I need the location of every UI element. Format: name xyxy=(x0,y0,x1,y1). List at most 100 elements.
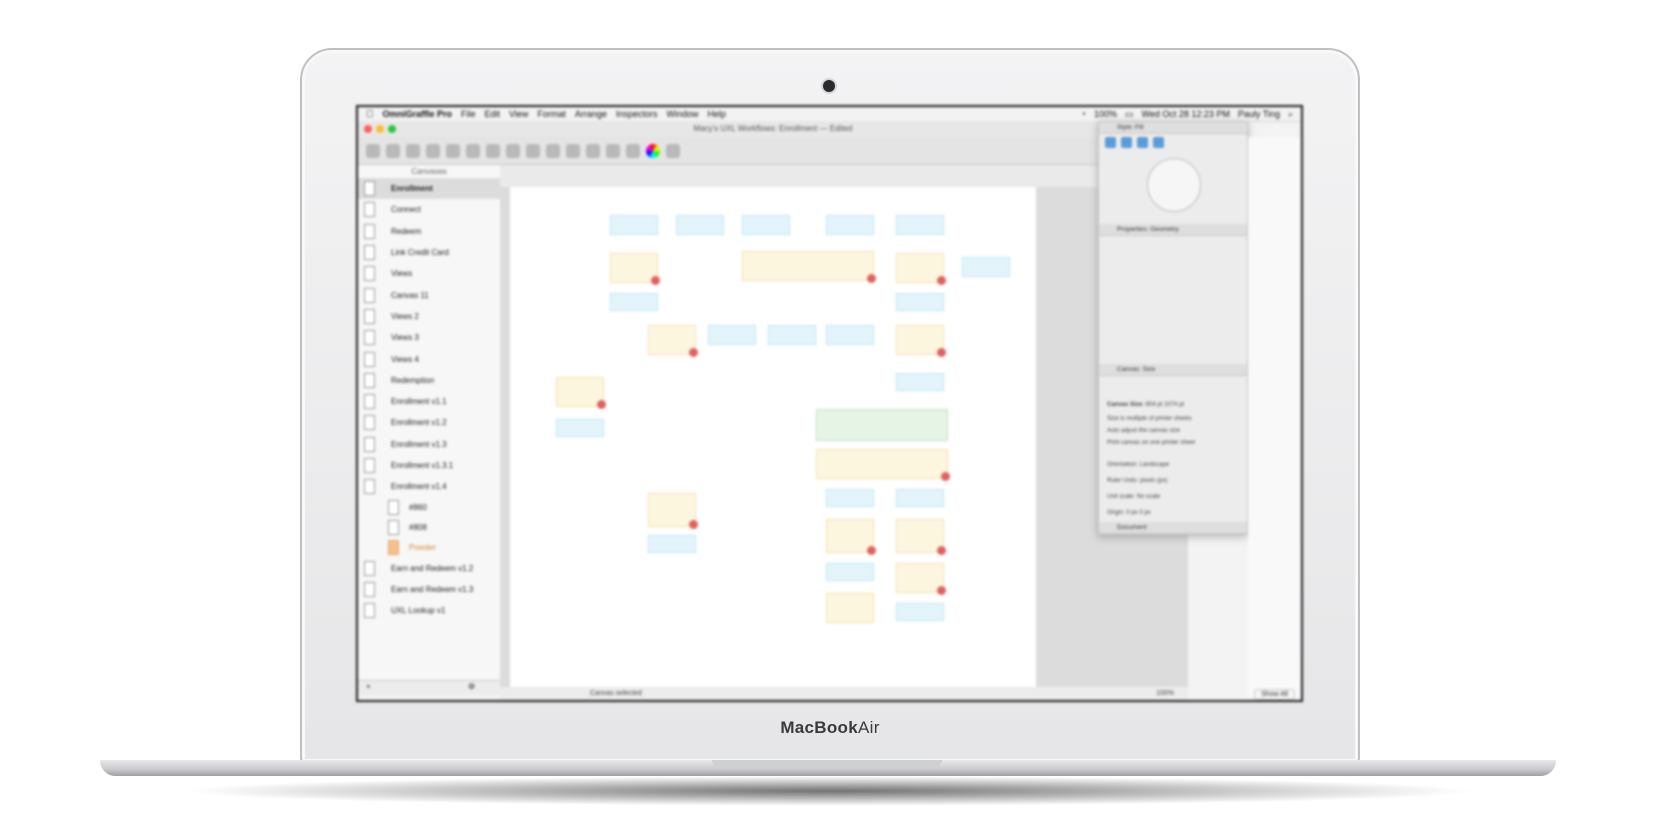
wifi-icon[interactable]: ◔ xyxy=(1081,109,1086,119)
sidebar-item-link-credit-card[interactable]: Link Credit Card xyxy=(358,242,500,263)
clock[interactable]: Wed Oct 28 12:23 PM xyxy=(1142,109,1230,119)
sidebar-item-enrollment-v1-3-1[interactable]: Enrollment v1.3.1 xyxy=(358,455,500,476)
diagram-canvas[interactable] xyxy=(510,187,1036,687)
menu-help[interactable]: Help xyxy=(708,109,727,119)
zoom-tool-button[interactable] xyxy=(526,143,540,158)
flow-box[interactable] xyxy=(816,409,948,441)
gear-icon[interactable]: ⚙ xyxy=(468,682,475,691)
shadow-icon[interactable] xyxy=(1137,137,1148,148)
menu-arrange[interactable]: Arrange xyxy=(575,109,607,119)
hand-tool-button[interactable] xyxy=(546,143,560,158)
origin-y[interactable]: 0 px xyxy=(1139,510,1150,516)
sidebar-item-enrollment[interactable]: Enrollment xyxy=(358,178,500,200)
flow-box[interactable] xyxy=(742,251,874,281)
flow-box[interactable] xyxy=(826,593,874,623)
stencils-button[interactable] xyxy=(606,143,620,158)
zoom-level[interactable]: 100% xyxy=(1156,690,1174,697)
sidebar-item-views-2[interactable]: Views 2 xyxy=(358,306,500,327)
flow-box[interactable] xyxy=(556,419,604,437)
option-auto-adjust[interactable]: Auto adjust the canvas size xyxy=(1107,428,1180,434)
flow-box[interactable] xyxy=(610,293,658,311)
menu-file[interactable]: File xyxy=(461,109,476,119)
color-wheel-icon[interactable] xyxy=(646,143,660,158)
pen-tool-button[interactable] xyxy=(486,143,500,158)
arrange-button[interactable] xyxy=(586,143,600,158)
orientation-select[interactable]: Landscape xyxy=(1140,462,1169,468)
origin-x[interactable]: 0 px xyxy=(1126,510,1137,516)
sidebar-item-views[interactable]: Views xyxy=(358,263,500,284)
group-button[interactable] xyxy=(566,143,580,158)
flow-box[interactable] xyxy=(896,489,944,507)
flow-box[interactable] xyxy=(676,215,724,235)
canvas-width[interactable]: 804 pt xyxy=(1146,402,1163,408)
flow-box[interactable] xyxy=(816,449,948,479)
ruler-units-select[interactable]: pixels (px) xyxy=(1140,478,1167,484)
zoom-window-button[interactable] xyxy=(388,125,396,133)
sidebar-item-redemption[interactable]: Redemption xyxy=(358,370,500,391)
flow-box[interactable] xyxy=(826,325,874,345)
fill-icon[interactable] xyxy=(1105,137,1116,148)
menu-format[interactable]: Format xyxy=(537,109,566,119)
sidebar-item-earn-redeem-v1-3[interactable]: Earn and Redeem v1.3 xyxy=(358,579,500,600)
minimize-window-button[interactable] xyxy=(376,125,384,133)
sidebar-subitem-powder[interactable]: Powder xyxy=(358,537,500,557)
flow-box[interactable] xyxy=(826,215,874,235)
menu-window[interactable]: Window xyxy=(666,109,698,119)
sidebar-item-enrollment-v1-1[interactable]: Enrollment v1.1 xyxy=(358,391,500,412)
flow-box[interactable] xyxy=(826,563,874,581)
sidebar-item-views-4[interactable]: Views 4 xyxy=(358,348,500,369)
option-multiple-sheets[interactable]: Size is multiple of printer sheets xyxy=(1107,416,1192,422)
flow-box[interactable] xyxy=(648,535,696,553)
pointer-tool-button[interactable] xyxy=(386,143,400,158)
sidebar-item-enrollment-v1-2[interactable]: Enrollment v1.2 xyxy=(358,412,500,433)
sidebar-item-enrollment-v1-3[interactable]: Enrollment v1.3 xyxy=(358,434,500,455)
selection-tool-button[interactable] xyxy=(406,143,420,158)
user-name[interactable]: Pauly Ting xyxy=(1238,109,1280,119)
add-canvas-button[interactable]: + xyxy=(366,682,371,691)
flow-box[interactable] xyxy=(742,215,790,235)
sidebar-item-uxl-lookup-v1[interactable]: UXL Lookup v1 xyxy=(358,600,500,621)
inspector-document-header[interactable]: Document xyxy=(1099,522,1247,534)
inspect-button[interactable] xyxy=(666,143,680,158)
unit-scale-select[interactable]: No scale xyxy=(1137,494,1160,500)
inspector-properties-header[interactable]: Properties: Geometry xyxy=(1099,224,1247,236)
line-tool-button[interactable] xyxy=(446,143,460,158)
canvas-height[interactable]: 1074 pt xyxy=(1164,402,1184,408)
flow-box[interactable] xyxy=(896,603,944,621)
apple-icon[interactable]:  xyxy=(366,109,374,120)
menu-inspectors[interactable]: Inspectors xyxy=(616,109,658,119)
inspector-canvas-header[interactable]: Canvas: Size xyxy=(1099,364,1247,376)
flow-box[interactable] xyxy=(896,293,944,311)
flow-box[interactable] xyxy=(896,215,944,235)
fill-direction-control[interactable] xyxy=(1147,158,1201,212)
sidebar-subitem-860[interactable]: #860 xyxy=(358,497,500,517)
layers-button[interactable] xyxy=(626,143,640,158)
battery-icon[interactable]: ▭ xyxy=(1125,109,1134,120)
image-icon[interactable] xyxy=(1153,137,1164,148)
inspector-style-header[interactable]: Style: Fill xyxy=(1099,122,1247,134)
sidebar-item-canvas-11[interactable]: Canvas 11 xyxy=(358,284,500,305)
menu-app-name[interactable]: OmniGraffle Pro xyxy=(383,109,453,119)
sidebar-item-redeem[interactable]: Redeem xyxy=(358,221,500,242)
shape-tool-button[interactable] xyxy=(426,143,440,158)
flow-box[interactable] xyxy=(962,257,1010,277)
sidebar-item-connect[interactable]: Connect xyxy=(358,199,500,220)
flow-box[interactable] xyxy=(708,325,756,345)
close-window-button[interactable] xyxy=(364,125,372,133)
flow-box[interactable] xyxy=(896,373,944,391)
flow-box[interactable] xyxy=(610,215,658,235)
menu-view[interactable]: View xyxy=(509,109,528,119)
text-tool-button[interactable] xyxy=(466,143,480,158)
flow-box[interactable] xyxy=(826,489,874,507)
show-all-button[interactable]: Show All xyxy=(1254,689,1295,700)
sidebar-item-views-3[interactable]: Views 3 xyxy=(358,327,500,348)
search-icon[interactable]: ⌕ xyxy=(1288,109,1293,120)
magnet-tool-button[interactable] xyxy=(506,143,520,158)
canvases-toggle-button[interactable] xyxy=(366,143,380,158)
sidebar-item-enrollment-v1-4[interactable]: Enrollment v1.4 xyxy=(358,476,500,497)
menu-edit[interactable]: Edit xyxy=(485,109,501,119)
sidebar-subitem-808[interactable]: #808 xyxy=(358,517,500,537)
stroke-icon[interactable] xyxy=(1121,137,1132,148)
flow-box[interactable] xyxy=(768,325,816,345)
option-one-sheet[interactable]: Print canvas on one printer sheet xyxy=(1107,440,1195,446)
